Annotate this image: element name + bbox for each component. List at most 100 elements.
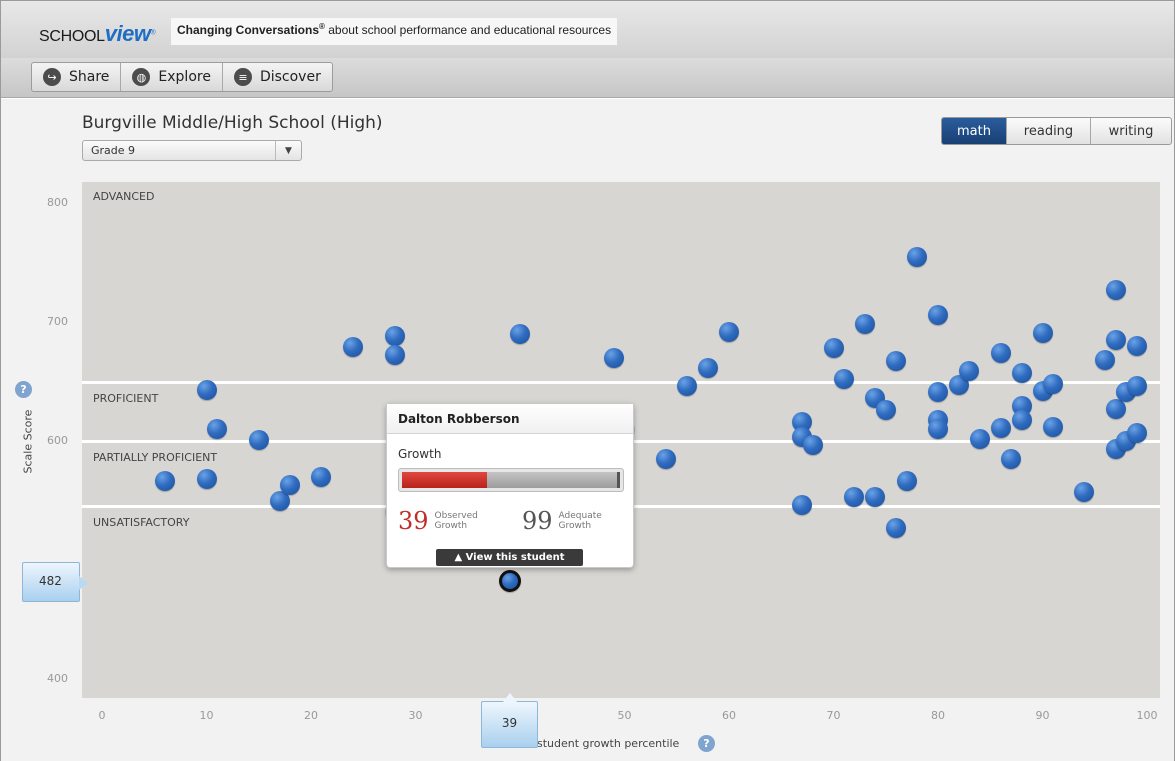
band-label: ADVANCED	[93, 190, 155, 203]
student-point[interactable]	[1011, 409, 1032, 430]
student-point[interactable]	[1011, 363, 1032, 384]
x-tick-label: 70	[826, 709, 841, 722]
tagline: Changing Conversations® about school per…	[171, 18, 618, 45]
selected-student-point[interactable]	[498, 570, 521, 593]
x-tick-label: 80	[931, 709, 945, 722]
explore-label: Explore	[158, 69, 211, 85]
student-point[interactable]	[342, 336, 363, 357]
student-point[interactable]	[969, 428, 990, 449]
student-point[interactable]	[719, 321, 739, 342]
student-point[interactable]	[928, 419, 948, 440]
student-point[interactable]	[196, 469, 217, 490]
student-point[interactable]	[280, 475, 301, 496]
share-label: Share	[69, 69, 110, 85]
growth-bar-fill	[402, 472, 488, 488]
student-point[interactable]	[510, 323, 530, 344]
share-icon: ↪	[43, 68, 61, 86]
y-tick-label: 700	[47, 315, 68, 328]
grade-select[interactable]: Grade 9 ▼	[82, 140, 302, 161]
growth-progress-bar	[398, 468, 624, 492]
student-point[interactable]	[1105, 279, 1126, 300]
adequate-growth: 99 Adequate Growth	[522, 507, 602, 535]
x-axis-label: student growth percentile	[537, 737, 680, 750]
student-point[interactable]	[384, 345, 405, 366]
student-point[interactable]	[823, 338, 844, 359]
student-point[interactable]	[384, 326, 405, 347]
student-point[interactable]	[959, 360, 980, 381]
x-tick-label: 100	[1136, 709, 1158, 722]
y-tick-label: 400	[47, 672, 68, 685]
grade-select-value: Grade 9	[91, 144, 136, 157]
observed-growth-caption: Observed Growth	[435, 511, 478, 531]
student-point[interactable]	[896, 471, 917, 492]
x-tick-label: 30	[408, 709, 423, 722]
student-point[interactable]	[990, 342, 1011, 363]
observed-growth-value: 39	[398, 507, 429, 535]
x-tick-label: 90	[1035, 709, 1050, 722]
view-student-button[interactable]: ▲ View this student	[436, 549, 583, 566]
student-point[interactable]	[928, 304, 948, 325]
tagline-bold: Changing Conversations	[177, 23, 320, 37]
chevron-down-icon: ▼	[275, 141, 301, 160]
schoolview-logo[interactable]: SCHOOLview®	[39, 21, 156, 46]
discover-button[interactable]: ≡ Discover	[223, 63, 332, 91]
y-value-callout: 482	[22, 562, 88, 602]
tab-math[interactable]: math	[942, 118, 1007, 144]
y-tick-label: 800	[47, 196, 68, 209]
x-value-callout: 39	[481, 693, 538, 748]
tab-reading[interactable]: reading	[1007, 118, 1091, 144]
adequate-caption-line1: Adequate	[558, 511, 602, 521]
student-point[interactable]	[1126, 422, 1147, 443]
student-point[interactable]	[248, 429, 269, 450]
student-tooltip: Dalton Robberson Growth 39 Observed Growt…	[386, 403, 634, 568]
nav-bar: ↪ Share ◍ Explore ≡ Discover	[1, 58, 1174, 98]
adequate-growth-caption: Adequate Growth	[559, 511, 602, 531]
y-axis-help-icon[interactable]: ?	[15, 381, 32, 398]
student-point[interactable]	[802, 434, 823, 455]
x-tick-label: 60	[722, 709, 736, 722]
tooltip-growth-heading: Growth	[398, 447, 442, 461]
student-point[interactable]	[1126, 376, 1147, 397]
x-axis-help-icon[interactable]: ?	[698, 735, 715, 752]
adequate-growth-value: 99	[522, 507, 553, 535]
header-bar: SCHOOLview® Changing Conversations® abou…	[1, 1, 1174, 59]
share-button[interactable]: ↪ Share	[32, 63, 122, 91]
student-point[interactable]	[1105, 329, 1126, 350]
globe-icon: ◍	[132, 68, 151, 86]
student-point[interactable]	[833, 369, 854, 390]
x-tick-label: 10	[199, 709, 214, 722]
student-point[interactable]	[1001, 448, 1022, 469]
student-point[interactable]	[196, 379, 217, 400]
tab-writing[interactable]: writing	[1091, 118, 1171, 144]
student-point[interactable]	[875, 400, 896, 421]
y-axis-label: Scale Score	[21, 409, 35, 474]
student-point[interactable]	[1126, 335, 1147, 356]
tagline-rest: about school performance and educational…	[324, 23, 612, 37]
student-point[interactable]	[1032, 322, 1053, 343]
band-label: UNSATISFACTORY	[93, 516, 190, 530]
page-title: Burgville Middle/High School (High)	[82, 113, 383, 133]
student-point[interactable]	[1042, 373, 1063, 394]
student-point[interactable]	[604, 347, 625, 368]
list-icon: ≡	[233, 68, 252, 86]
growth-bar-track	[402, 472, 620, 488]
student-point[interactable]	[990, 417, 1011, 438]
student-point[interactable]	[1042, 416, 1063, 437]
student-point[interactable]	[907, 246, 928, 267]
band-label: PARTIALLY PROFICIENT	[93, 451, 218, 464]
student-point[interactable]	[206, 419, 227, 440]
x-tick-label: 0	[98, 709, 106, 722]
student-point[interactable]	[1105, 398, 1126, 419]
logo-school-text: SCHOOL	[39, 28, 105, 45]
observed-caption-line2: Growth	[434, 521, 468, 531]
discover-label: Discover	[259, 69, 321, 85]
x-tick-label: 20	[304, 709, 318, 722]
nav-button-group: ↪ Share ◍ Explore ≡ Discover	[31, 62, 333, 92]
explore-button[interactable]: ◍ Explore	[121, 63, 223, 91]
observed-caption-line1: Observed	[434, 511, 478, 521]
x-tick-label: 50	[617, 709, 632, 722]
adequate-caption-line2: Growth	[558, 521, 592, 531]
growth-bar-target	[617, 472, 620, 488]
student-point[interactable]	[886, 517, 907, 538]
tooltip-student-name: Dalton Robberson	[387, 404, 633, 434]
